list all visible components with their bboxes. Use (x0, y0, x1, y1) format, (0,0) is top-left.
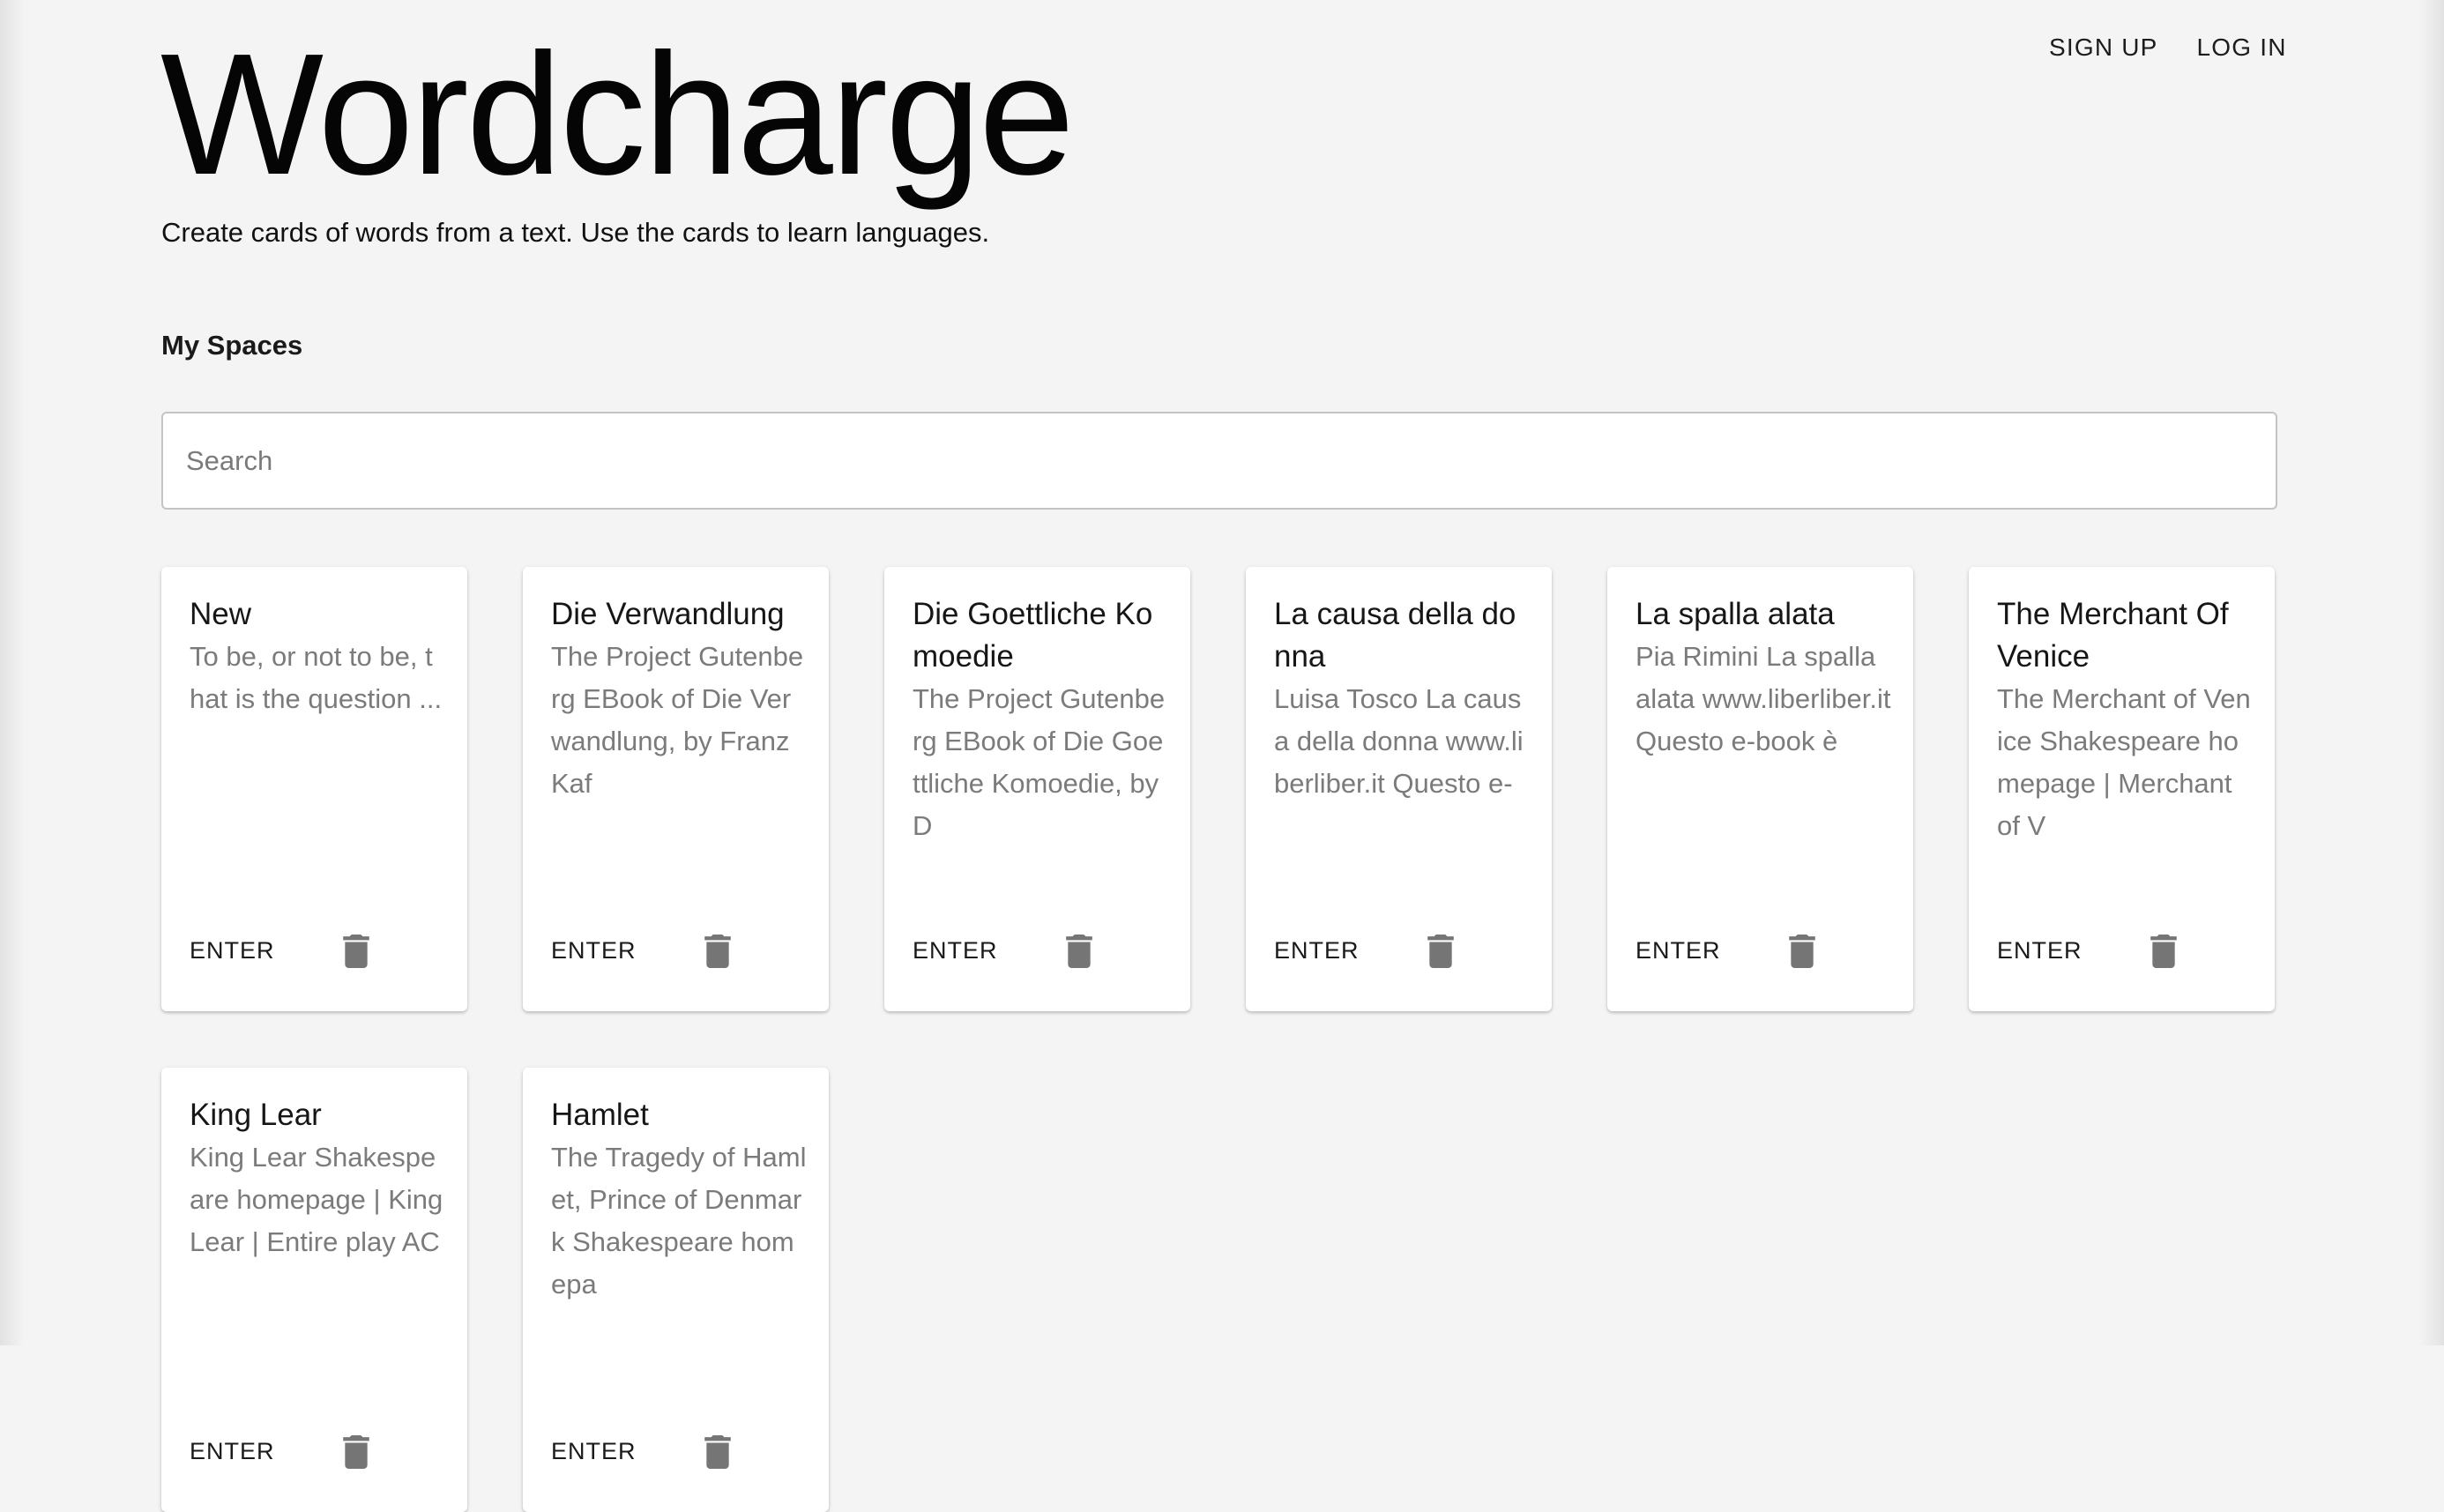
card-actions: ENTER (179, 1429, 377, 1474)
spaces-card-grid: New To be, or not to be, that is the que… (161, 567, 2277, 1512)
card-description: To be, or not to be, that is the questio… (190, 641, 443, 714)
enter-button[interactable]: ENTER (1625, 928, 1732, 973)
card-title: New (190, 597, 252, 631)
card-description: Luisa Tosco La causa della donna www.lib… (1274, 683, 1524, 799)
card-description: The Tragedy of Hamlet, Prince of Denmark… (551, 1142, 807, 1300)
card-actions: ENTER (1263, 928, 1462, 973)
card-title: The Merchant Of Venice (1997, 597, 2229, 674)
sign-up-button[interactable]: SIGN UP (2038, 26, 2169, 69)
space-card-die-verwandlung: Die Verwandlung The Project Gutenberg EB… (523, 567, 829, 1011)
card-title: Hamlet (551, 1098, 649, 1132)
trash-icon[interactable] (1058, 930, 1100, 972)
enter-button[interactable]: ENTER (540, 1429, 647, 1474)
space-card-la-spalla-alata: La spalla alata Pia Rimini La spalla ala… (1607, 567, 1913, 1011)
card-description: The Project Gutenberg EBook of Die Goett… (913, 683, 1166, 841)
right-edge-shadow (2419, 0, 2444, 1345)
space-card-die-goettliche-komoedie: Die Goettliche Komoedie The Project Gute… (884, 567, 1190, 1011)
trash-icon[interactable] (697, 930, 739, 972)
space-card-the-merchant-of-venice: The Merchant Of Venice The Merchant of V… (1969, 567, 2275, 1011)
card-description: The Project Gutenberg EBook of Die Verwa… (551, 641, 804, 799)
search-box (161, 412, 2277, 510)
space-card-new: New To be, or not to be, that is the que… (161, 567, 467, 1011)
trash-icon[interactable] (335, 930, 377, 972)
space-card-la-causa-della-donna: La causa della donna Luisa Tosco La caus… (1246, 567, 1552, 1011)
enter-button[interactable]: ENTER (179, 928, 286, 973)
card-title: Die Goettliche Komoedie (913, 597, 1153, 674)
enter-button[interactable]: ENTER (179, 1429, 286, 1474)
card-actions: ENTER (540, 1429, 739, 1474)
app-title: Wordcharge (160, 18, 1075, 211)
card-actions: ENTER (540, 928, 739, 973)
trash-icon[interactable] (697, 1431, 739, 1473)
section-title-my-spaces: My Spaces (161, 330, 303, 361)
card-title: La causa della donna (1274, 597, 1516, 674)
tagline: Create cards of words from a text. Use t… (161, 217, 990, 248)
trash-icon[interactable] (2142, 930, 2185, 972)
card-actions: ENTER (902, 928, 1100, 973)
card-actions: ENTER (179, 928, 377, 973)
log-in-button[interactable]: LOG IN (2187, 26, 2298, 69)
trash-icon[interactable] (1419, 930, 1462, 972)
card-title: King Lear (190, 1098, 322, 1132)
card-title: La spalla alata (1636, 597, 1835, 631)
card-actions: ENTER (1986, 928, 2185, 973)
enter-button[interactable]: ENTER (540, 928, 647, 973)
card-description: Pia Rimini La spalla alata www.liberlibe… (1636, 641, 1891, 756)
card-description: The Merchant of Venice Shakespeare homep… (1997, 683, 2251, 841)
space-card-hamlet: Hamlet The Tragedy of Hamlet, Prince of … (523, 1068, 829, 1512)
card-description: King Lear Shakespeare homepage | King Le… (190, 1142, 443, 1257)
trash-icon[interactable] (335, 1431, 377, 1473)
card-title: Die Verwandlung (551, 597, 785, 631)
card-actions: ENTER (1625, 928, 1823, 973)
enter-button[interactable]: ENTER (1263, 928, 1370, 973)
enter-button[interactable]: ENTER (1986, 928, 2093, 973)
space-card-king-lear: King Lear King Lear Shakespeare homepage… (161, 1068, 467, 1512)
top-navigation: SIGN UP LOG IN (2038, 26, 2298, 69)
enter-button[interactable]: ENTER (902, 928, 1009, 973)
trash-icon[interactable] (1781, 930, 1823, 972)
left-edge-shadow (0, 0, 25, 1345)
search-input[interactable] (163, 413, 2276, 508)
